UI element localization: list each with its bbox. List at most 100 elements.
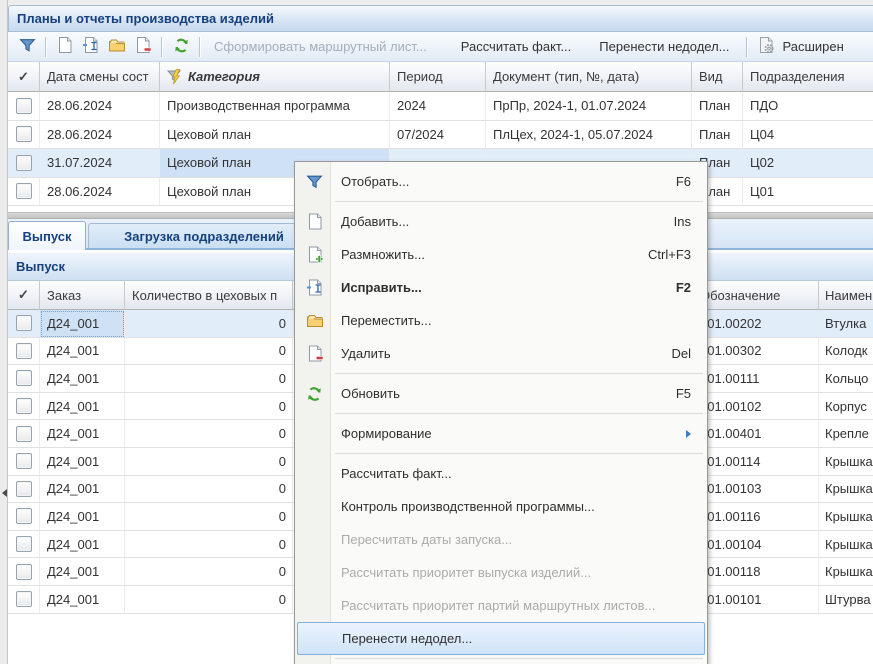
row-checkbox[interactable] (16, 315, 32, 331)
toolbar-separator (746, 37, 748, 57)
cell-date: 28.06.2024 (40, 92, 160, 121)
context-menu: Отобрать... F6 Добавить... Ins Размножит… (294, 161, 708, 664)
column-header-check[interactable]: ✓ (8, 281, 40, 310)
cell-name: Крышка (819, 558, 873, 586)
cell-name: Крышка (819, 531, 873, 559)
row-checkbox[interactable] (16, 564, 32, 580)
cell-departments: Ц04 (743, 121, 873, 150)
cell-designation: 001.00104 (694, 531, 819, 559)
cell-departments: Ц01 (743, 178, 873, 207)
cell-order: Д24_001 (40, 558, 125, 586)
cell-category: Производственная программа (160, 92, 390, 121)
delete-button[interactable] (132, 36, 154, 58)
tab-load-departments[interactable]: Загрузка подразделений (88, 223, 320, 248)
table-row[interactable]: 28.06.2024 Производственная программа 20… (8, 92, 873, 121)
move-shortfall-button[interactable]: Перенести недодел... (599, 39, 729, 54)
column-header-category[interactable]: Категория (160, 62, 390, 92)
menu-item-move-shortfall[interactable]: Перенести недодел... (297, 622, 705, 655)
cell-check (8, 310, 40, 338)
filter-icon (305, 172, 324, 191)
column-header-document[interactable]: Документ (тип, №, дата) (486, 62, 692, 92)
new-document-icon (56, 36, 74, 57)
row-checkbox[interactable] (16, 536, 32, 552)
cell-designation: 001.00116 (694, 503, 819, 531)
splitter-collapse-button[interactable] (0, 482, 8, 504)
left-splitter-strip[interactable] (0, 0, 8, 664)
plans-grid-header: ✓ Дата смены сост Категория Период Докум… (8, 62, 873, 92)
submenu-arrow-icon (686, 430, 691, 438)
filter-button[interactable] (16, 36, 38, 58)
menu-item-filter[interactable]: Отобрать... F6 (297, 165, 705, 198)
menu-item-refresh[interactable]: Обновить F5 (297, 377, 705, 410)
cell-designation: 001.00111 (694, 365, 819, 393)
row-checkbox[interactable] (16, 343, 32, 359)
cell-date: 28.06.2024 (40, 178, 160, 207)
row-checkbox[interactable] (16, 370, 32, 386)
menu-item-forming[interactable]: Формирование (297, 417, 705, 450)
cell-check (8, 178, 40, 207)
menu-item-duplicate[interactable]: Размножить... Ctrl+F3 (297, 238, 705, 271)
row-checkbox[interactable] (16, 591, 32, 607)
menu-item-add[interactable]: Добавить... Ins (297, 205, 705, 238)
document-plus-icon (305, 245, 324, 264)
cell-qty: 0 (125, 586, 293, 614)
column-header-departments[interactable]: Подразделения (743, 62, 873, 92)
cell-check (8, 393, 40, 421)
menu-item-delete[interactable]: Удалить Del (297, 337, 705, 370)
cell-kind: План (692, 121, 743, 150)
menu-separator (335, 413, 703, 414)
column-header-name[interactable]: Наимен (819, 281, 873, 310)
cell-departments: Ц02 (743, 149, 873, 178)
extended-mode-button[interactable]: Расширен (783, 39, 844, 54)
edit-document-icon (82, 36, 100, 57)
calc-fact-button[interactable]: Рассчитать факт... (461, 39, 572, 54)
move-button[interactable] (106, 36, 128, 58)
menu-item-program-control[interactable]: Контроль производственной программы... (297, 490, 705, 523)
column-header-designation[interactable]: Обозначение (694, 281, 819, 310)
cell-order: Д24_001 (40, 476, 125, 504)
row-checkbox[interactable] (16, 453, 32, 469)
cell-designation: 001.00102 (694, 393, 819, 421)
column-header-check[interactable]: ✓ (8, 62, 40, 92)
menu-item-calc-fact[interactable]: Рассчитать факт... (297, 457, 705, 490)
column-header-date[interactable]: Дата смены сост (40, 62, 160, 92)
refresh-button[interactable] (170, 36, 192, 58)
column-header-order[interactable]: Заказ (40, 281, 125, 310)
add-button[interactable] (54, 36, 76, 58)
toolbar-separator (45, 37, 47, 57)
row-checkbox[interactable] (16, 155, 32, 171)
cell-order: Д24_001 (40, 531, 125, 559)
column-header-kind[interactable]: Вид (692, 62, 743, 92)
row-checkbox[interactable] (16, 426, 32, 442)
cell-name: Крышка (819, 448, 873, 476)
row-checkbox[interactable] (16, 481, 32, 497)
cell-order: Д24_001 (40, 338, 125, 366)
cell-designation: 001.00103 (694, 476, 819, 504)
app-window: Планы и отчеты производства изделий Сфор… (0, 0, 873, 664)
table-row[interactable]: 28.06.2024 Цеховой план 07/2024 ПлЦех, 2… (8, 121, 873, 150)
cell-qty: 0 (125, 476, 293, 504)
row-checkbox[interactable] (16, 183, 32, 199)
row-checkbox[interactable] (16, 398, 32, 414)
menu-item-move[interactable]: Переместить... (297, 304, 705, 337)
row-checkbox[interactable] (16, 126, 32, 142)
column-header-qty[interactable]: Количество в цеховых п (125, 281, 293, 310)
column-header-period[interactable]: Период (390, 62, 486, 92)
edit-button[interactable] (80, 36, 102, 58)
cell-date: 31.07.2024 (40, 149, 160, 178)
form-route-sheet-button: Сформировать маршрутный лист... (214, 39, 427, 54)
cell-qty: 0 (125, 558, 293, 586)
menu-item-priority-batches: Рассчитать приоритет партий маршрутных л… (297, 589, 705, 622)
menu-separator (335, 453, 703, 454)
extended-mode-button-icon-part[interactable] (755, 36, 777, 58)
menu-item-edit[interactable]: Исправить... F2 (297, 271, 705, 304)
tab-output[interactable]: Выпуск (8, 221, 86, 250)
cell-name: Штурва (819, 586, 873, 614)
row-checkbox[interactable] (16, 508, 32, 524)
cell-check (8, 558, 40, 586)
cell-designation: 001.00118 (694, 558, 819, 586)
document-gear-icon (757, 36, 775, 57)
menu-item-recalc-launch-dates: Пересчитать даты запуска... (297, 523, 705, 556)
row-checkbox[interactable] (16, 98, 32, 114)
cell-document: ПлЦех, 2024-1, 05.07.2024 (486, 121, 692, 150)
